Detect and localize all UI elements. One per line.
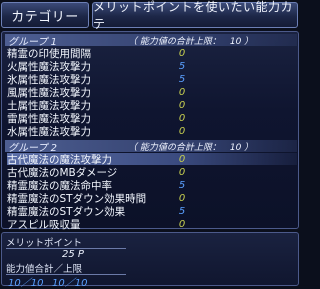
list-item[interactable]: アスピル吸収量 0 <box>7 218 297 231</box>
item-value: 0 <box>178 112 186 124</box>
cap-label: 能力値合計／上限 <box>6 264 83 275</box>
category-header: カテゴリー <box>1 2 89 28</box>
item-value: 5 <box>178 179 186 191</box>
item-value: 5 <box>178 205 186 217</box>
item-value: 0 <box>178 218 186 230</box>
merit-points-value: 25 P <box>62 249 84 260</box>
list-item[interactable]: 火属性魔法攻撃力 5 <box>7 60 297 73</box>
list-item-selected[interactable]: 古代魔法の魔法攻撃力 0 <box>7 153 297 166</box>
list-item[interactable]: 精霊魔法の魔法命中率 5 <box>7 179 297 192</box>
item-value: 5 <box>178 60 186 72</box>
merit-list-panel: グループ 1 （ 能力値の合計上限： 10 ） 精霊の印使用間隔 0 火属性魔法攻… <box>1 31 299 231</box>
list-item[interactable]: 風属性魔法攻撃力 0 <box>7 86 297 99</box>
merit-summary-panel: メリットポイント 25 P 能力値合計／上限 10／10 10／10 <box>1 232 299 289</box>
item-value: 0 <box>178 192 186 204</box>
list-item[interactable]: 水属性魔法攻撃力 0 <box>7 125 297 138</box>
item-value: 5 <box>178 73 186 85</box>
window-title: メリットポイントを使いたい能力カテ <box>92 0 298 31</box>
item-label: アスピル吸収量 <box>7 218 81 231</box>
item-value: 0 <box>178 86 186 98</box>
list-item[interactable]: 古代魔法のMBダメージ 0 <box>7 166 297 179</box>
item-value: 0 <box>178 99 186 111</box>
list-item[interactable]: 精霊の印使用間隔 0 <box>7 47 297 60</box>
list-item[interactable]: 雷属性魔法攻撃力 0 <box>7 112 297 125</box>
item-value: 0 <box>178 125 186 137</box>
list-item[interactable]: 土属性魔法攻撃力 0 <box>7 99 297 112</box>
merit-points-label: メリットポイント <box>6 238 83 249</box>
item-value: 0 <box>178 153 186 165</box>
group-1-header: グループ 1 （ 能力値の合計上限： 10 ） <box>5 34 297 48</box>
list-item[interactable]: 精霊魔法のSTダウン効果時間 0 <box>7 192 297 205</box>
list-item[interactable]: 氷属性魔法攻撃力 5 <box>7 73 297 86</box>
list-item[interactable]: 精霊魔法のSTダウン効果 5 <box>7 205 297 218</box>
group-2-header: グループ 2 （ 能力値の合計上限： 10 ） <box>5 140 297 154</box>
item-value: 0 <box>178 47 186 59</box>
item-label: 水属性魔法攻撃力 <box>7 125 91 138</box>
item-value: 0 <box>178 166 186 178</box>
